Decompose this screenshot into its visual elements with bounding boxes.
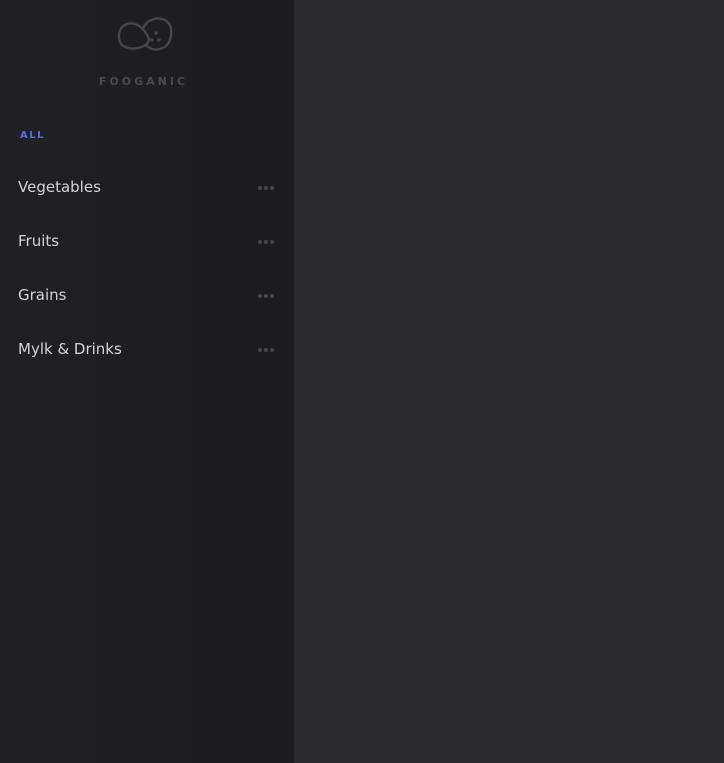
- category-label: Mylk & Drinks: [18, 340, 122, 358]
- brand-name: FOOGANIC: [98, 75, 189, 88]
- category-label: Grains: [18, 286, 67, 304]
- category-label: Fruits: [18, 232, 60, 250]
- sidebar: FOOGANIC ALL Vegetables Fruits Grains My…: [0, 0, 294, 763]
- leaf-fruit-logo-icon: [117, 17, 173, 51]
- category-item-fruits[interactable]: Fruits: [0, 214, 294, 268]
- brand-header: FOOGANIC: [0, 0, 294, 100]
- more-dots-icon[interactable]: [258, 345, 274, 355]
- category-list: Vegetables Fruits Grains Mylk & Drinks: [0, 160, 294, 376]
- category-item-vegetables[interactable]: Vegetables: [0, 160, 294, 214]
- category-label: Vegetables: [18, 178, 101, 196]
- category-item-mylk-drinks[interactable]: Mylk & Drinks: [0, 322, 294, 376]
- filter-all-link[interactable]: ALL: [20, 130, 45, 141]
- more-dots-icon[interactable]: [258, 291, 274, 301]
- main-content-area: [294, 0, 724, 763]
- app-window: FOOGANIC ALL Vegetables Fruits Grains My…: [0, 0, 724, 763]
- more-dots-icon[interactable]: [258, 237, 274, 247]
- more-dots-icon[interactable]: [258, 183, 274, 193]
- category-item-grains[interactable]: Grains: [0, 268, 294, 322]
